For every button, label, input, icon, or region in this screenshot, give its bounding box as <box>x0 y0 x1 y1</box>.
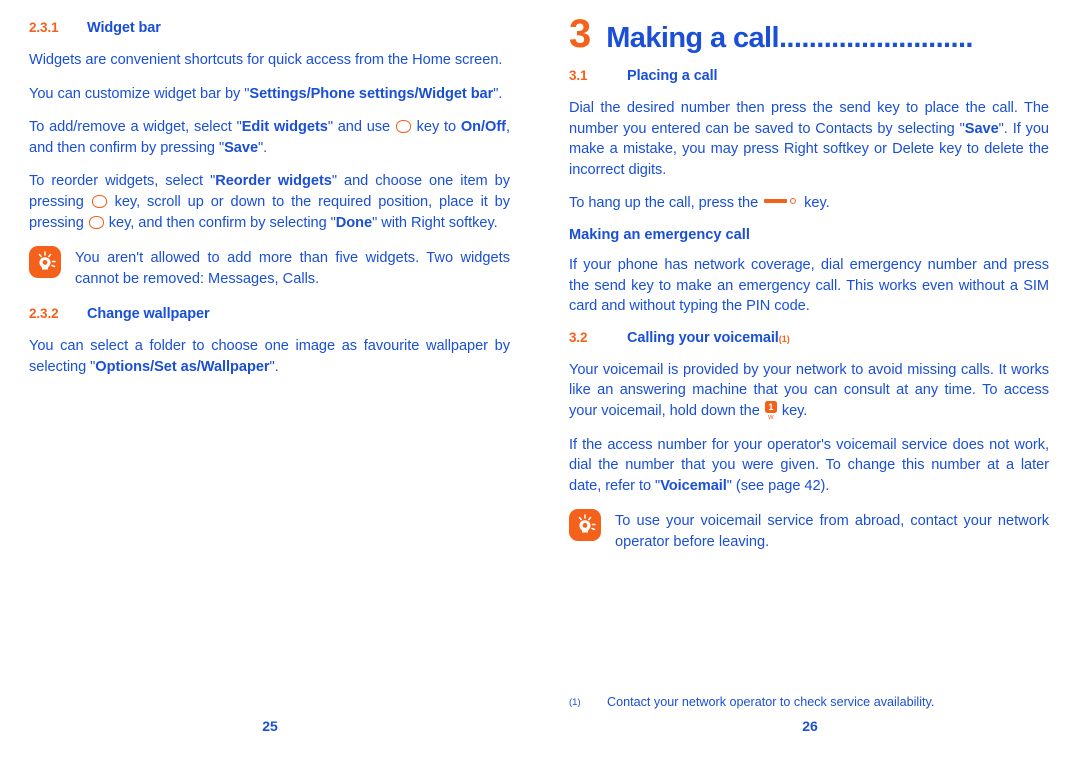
hang-up-dot <box>790 198 797 205</box>
text-run: To hang up the call, press the <box>569 195 763 212</box>
section-number: 2.3.2 <box>29 306 59 322</box>
section-title: Calling your voicemail <box>627 329 779 346</box>
section-number: 3.1 <box>569 68 588 83</box>
tip-note-widgets: You aren't allowed to add more than five… <box>29 246 510 289</box>
menu-path-wallpaper: Options/Set as/Wallpaper <box>95 358 270 375</box>
text-run: " and use <box>327 119 395 136</box>
menu-item-save: Save <box>964 120 999 137</box>
right-page: 3 Making a call.........................… <box>540 0 1080 767</box>
tip-note-text: To use your voicemail service from abroa… <box>615 513 1049 550</box>
chapter-title: Making a call.......................... <box>606 21 973 55</box>
section-title: Widget bar <box>87 20 161 36</box>
text-run: " with Right softkey. <box>372 214 498 231</box>
chapter-number: 3 <box>569 12 591 56</box>
paragraph-customize-widget-bar: You can customize widget bar by "Setting… <box>29 84 510 105</box>
page-number-right: 26 <box>802 718 818 734</box>
ok-key-icon <box>88 215 104 229</box>
paragraph-widgets-intro: Widgets are convenient shortcuts for qui… <box>29 52 503 68</box>
menu-item-edit-widgets: Edit widgets <box>241 119 328 136</box>
page-number-left: 25 <box>262 718 278 734</box>
paragraph-placing-a-call: Dial the desired number then press the s… <box>569 98 1049 180</box>
section-number: 3.2 <box>569 329 588 345</box>
chapter-heading: 3 Making a call.........................… <box>569 14 1049 55</box>
text-run: To reorder widgets, select " <box>29 173 216 190</box>
paragraph-voicemail-intro: Your voicemail is provided by your netwo… <box>569 360 1049 422</box>
section-heading-2-3-1: 2.3.1 Widget bar <box>29 20 510 36</box>
hang-up-bar <box>764 199 788 204</box>
menu-item-voicemail: Voicemail <box>660 477 727 494</box>
footnote: (1) Contact your network operator to che… <box>569 694 1049 711</box>
text-run: ". <box>269 358 279 375</box>
text-run: key, and then confirm by selecting " <box>104 214 336 231</box>
ok-key-icon <box>395 120 411 134</box>
text-run: Your voicemail is provided by your netwo… <box>569 361 1049 419</box>
footnote-mark: (1) <box>569 697 581 708</box>
section-heading-3-2: 3.2 Calling your voicemail (1) <box>569 330 1049 346</box>
text-run: key. <box>800 195 830 212</box>
section-title: Placing a call <box>627 68 718 84</box>
text-run: key. <box>777 402 808 419</box>
section-title: Change wallpaper <box>87 306 210 323</box>
option-on-off: On/Off <box>460 119 506 136</box>
section-heading-3-1: 3.1 Placing a call <box>569 68 1049 84</box>
text-run: ". <box>493 85 503 102</box>
subheading-emergency-call: Making an emergency call <box>569 226 750 243</box>
hang-up-key-icon <box>764 197 798 206</box>
voicemail-key-icon: 1w <box>764 400 777 421</box>
menu-path-settings: Settings/Phone settings/Widget bar <box>249 85 494 102</box>
section-heading-2-3-2: 2.3.2 Change wallpaper <box>29 306 510 322</box>
paragraph-add-remove-widget: To add/remove a widget, select "Edit wid… <box>29 117 510 158</box>
paragraph-hang-up: To hang up the call, press the key. <box>569 193 1049 214</box>
menu-item-save: Save <box>224 139 259 156</box>
text-run: You can customize widget bar by " <box>29 85 250 102</box>
paragraph-reorder-widgets: To reorder widgets, select "Reorder widg… <box>29 171 510 233</box>
ok-key-icon <box>91 194 107 208</box>
text-run: " (see page 42). <box>726 477 830 494</box>
chapter-dot-leader: .......................... <box>778 22 973 54</box>
text-run: ". <box>258 139 268 156</box>
manual-spread: 2.3.1 Widget bar Widgets are convenient … <box>0 0 1080 767</box>
lightbulb-tip-icon <box>569 509 601 542</box>
footnote-superscript: (1) <box>778 333 790 344</box>
paragraph-change-wallpaper: You can select a folder to choose one im… <box>29 336 510 377</box>
section-number: 2.3.1 <box>29 20 59 35</box>
paragraph-emergency-call: If your phone has network coverage, dial… <box>569 256 1049 315</box>
lightbulb-tip-icon <box>29 246 61 279</box>
chapter-title-text: Making a call <box>606 22 779 54</box>
menu-item-done: Done <box>335 214 373 231</box>
footnote-text: Contact your network operator to check s… <box>607 695 935 709</box>
tip-note-voicemail: To use your voicemail service from abroa… <box>569 509 1049 552</box>
text-run: To add/remove a widget, select " <box>29 119 242 136</box>
voicemail-key-sublabel: w <box>768 411 774 421</box>
paragraph-voicemail-access-number: If the access number for your operator's… <box>569 435 1049 497</box>
text-run: key to <box>411 119 461 136</box>
menu-item-reorder-widgets: Reorder widgets <box>215 173 332 190</box>
left-page: 2.3.1 Widget bar Widgets are convenient … <box>0 0 540 767</box>
tip-note-text: You aren't allowed to add more than five… <box>75 250 510 287</box>
